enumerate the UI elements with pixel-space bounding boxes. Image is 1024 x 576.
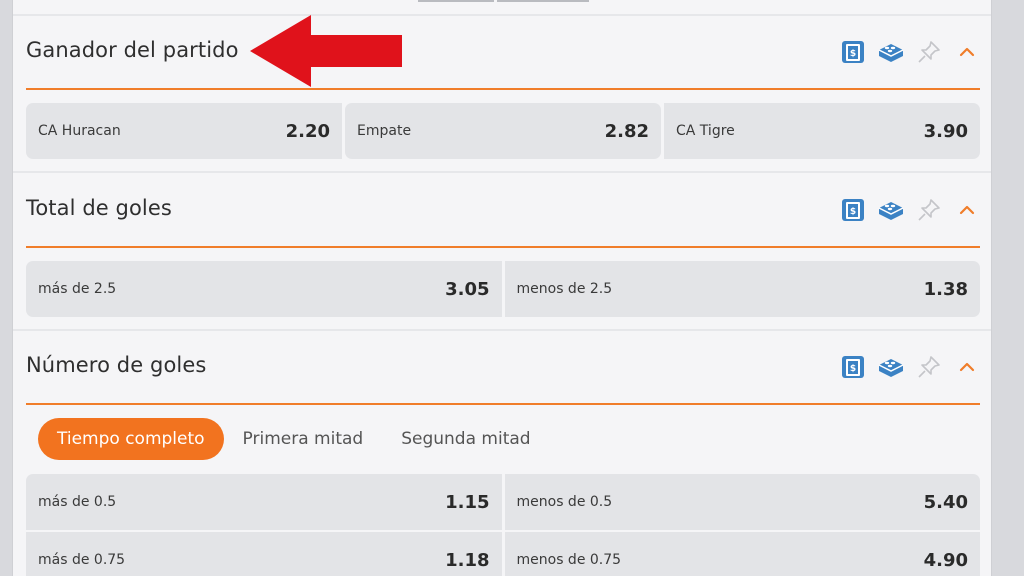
odds-row: CA Huracan 2.20 Empate 2.82 CA Tigre 3.9… — [26, 103, 980, 159]
chevron-up-icon[interactable] — [953, 196, 981, 224]
odd-value: 1.15 — [445, 491, 490, 513]
cashout-icon[interactable]: $ — [839, 196, 867, 224]
outcome-label: más de 0.75 — [38, 552, 126, 568]
section-underline — [26, 403, 980, 405]
period-tabs: Tiempo completo Primera mitad Segunda mi… — [38, 418, 550, 460]
odd-button[interactable]: menos de 2.5 1.38 — [504, 261, 980, 317]
pin-icon[interactable] — [915, 196, 943, 224]
tab-segunda-mitad[interactable]: Segunda mitad — [382, 418, 549, 460]
odd-value: 5.40 — [923, 491, 968, 513]
odd-value: 3.90 — [923, 120, 968, 142]
odds-row: más de 0.75 1.18 menos de 0.75 4.90 — [26, 532, 980, 576]
market-actions: $ — [829, 196, 981, 224]
odd-button[interactable]: más de 0.75 1.18 — [26, 532, 502, 576]
annotation-arrow-icon — [250, 15, 402, 87]
market-actions: $ — [829, 38, 981, 66]
market-actions: $ — [829, 353, 981, 381]
odd-button[interactable]: CA Huracan 2.20 — [26, 103, 342, 159]
outcome-label: menos de 0.5 — [516, 494, 613, 510]
odd-button[interactable]: Empate 2.82 — [345, 103, 661, 159]
chevron-up-icon[interactable] — [953, 38, 981, 66]
odds-row: más de 2.5 3.05 menos de 2.5 1.38 — [26, 261, 980, 317]
section-divider — [13, 14, 991, 16]
cashout-icon[interactable]: $ — [839, 353, 867, 381]
outcome-label: Empate — [357, 123, 412, 139]
top-tab-stub — [497, 0, 589, 2]
bet-builder-icon[interactable] — [877, 38, 905, 66]
svg-text:$: $ — [850, 49, 856, 59]
svg-text:$: $ — [850, 364, 856, 374]
section-underline — [26, 246, 980, 248]
bet-builder-icon[interactable] — [877, 196, 905, 224]
odd-value: 2.20 — [285, 120, 330, 142]
outcome-label: más de 2.5 — [38, 281, 117, 297]
section-divider — [13, 329, 991, 331]
odd-value: 1.18 — [445, 549, 490, 571]
chevron-up-icon[interactable] — [953, 353, 981, 381]
outcome-label: menos de 2.5 — [516, 281, 613, 297]
svg-text:$: $ — [850, 207, 856, 217]
odd-value: 2.82 — [604, 120, 649, 142]
odd-value: 4.90 — [923, 549, 968, 571]
market-title[interactable]: Número de goles — [26, 353, 206, 377]
top-tab-stub — [418, 0, 494, 2]
tab-primera-mitad[interactable]: Primera mitad — [224, 418, 383, 460]
market-title[interactable]: Ganador del partido — [26, 38, 239, 62]
pin-icon[interactable] — [915, 38, 943, 66]
pin-icon[interactable] — [915, 353, 943, 381]
outcome-label: menos de 0.75 — [516, 552, 622, 568]
outcome-label: CA Tigre — [676, 123, 735, 139]
odd-button[interactable]: CA Tigre 3.90 — [664, 103, 980, 159]
section-underline — [26, 88, 980, 90]
odd-value: 1.38 — [923, 278, 968, 300]
bet-builder-icon[interactable] — [877, 353, 905, 381]
odd-button[interactable]: más de 0.5 1.15 — [26, 474, 502, 530]
odd-button[interactable]: más de 2.5 3.05 — [26, 261, 502, 317]
outcome-label: más de 0.5 — [38, 494, 117, 510]
market-title[interactable]: Total de goles — [26, 196, 172, 220]
outcome-label: CA Huracan — [38, 123, 121, 139]
odds-row: más de 0.5 1.15 menos de 0.5 5.40 — [26, 474, 980, 530]
odd-button[interactable]: menos de 0.5 5.40 — [504, 474, 980, 530]
odd-value: 3.05 — [445, 278, 490, 300]
tab-tiempo-completo[interactable]: Tiempo completo — [38, 418, 224, 460]
markets-panel: Ganador del partido $ CA Huracan 2.20 Em… — [12, 0, 992, 576]
section-divider — [13, 171, 991, 173]
cashout-icon[interactable]: $ — [839, 38, 867, 66]
odd-button[interactable]: menos de 0.75 4.90 — [504, 532, 980, 576]
